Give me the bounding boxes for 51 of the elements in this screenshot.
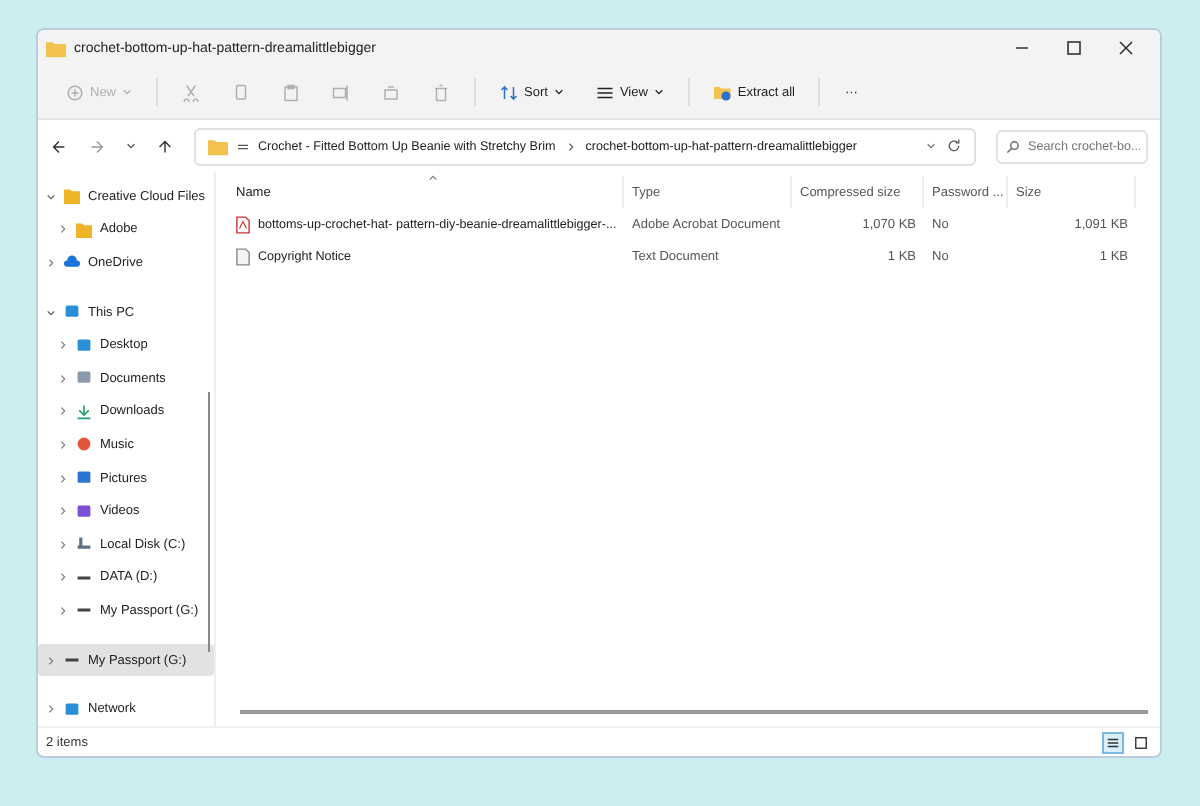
trash-icon — [432, 83, 451, 101]
music-icon — [76, 436, 92, 453]
caret-icon — [653, 88, 664, 96]
chevron-down-icon[interactable] — [46, 307, 56, 318]
chevron-right-icon[interactable] — [46, 704, 56, 715]
forward-icon[interactable] — [88, 137, 106, 155]
chevron-right-icon[interactable] — [46, 257, 56, 268]
chevron-right-icon[interactable] — [58, 373, 68, 384]
folder-icon — [46, 39, 66, 57]
up-icon[interactable] — [156, 137, 174, 155]
scissors-icon — [182, 83, 201, 101]
text-file-icon — [236, 247, 250, 265]
cloud-icon — [64, 254, 80, 271]
clipboard-icon — [282, 83, 301, 101]
sort-icon — [500, 83, 519, 101]
rename-icon — [332, 83, 351, 101]
chevron-right-icon[interactable] — [58, 572, 68, 583]
chevron-icon — [565, 141, 576, 151]
list-icon — [1106, 735, 1120, 749]
list-icon — [595, 83, 614, 101]
plus-icon — [66, 83, 84, 101]
folder-icon — [713, 83, 732, 101]
close-icon[interactable] — [1116, 38, 1136, 58]
caret-icon[interactable] — [126, 142, 136, 150]
share-icon — [382, 83, 401, 101]
chevron-right-icon[interactable] — [46, 655, 56, 666]
chevron-down-icon[interactable] — [46, 191, 56, 202]
details-view-button[interactable] — [1102, 731, 1124, 753]
tiles-view-button[interactable] — [1130, 731, 1152, 753]
back-icon[interactable] — [50, 137, 68, 155]
search-icon — [1006, 139, 1020, 153]
caret-icon — [122, 88, 133, 96]
pdf-file-icon — [236, 215, 250, 233]
refresh-icon[interactable] — [946, 138, 962, 154]
caret-icon[interactable] — [926, 142, 936, 150]
chevron-right-icon[interactable] — [58, 340, 68, 351]
chevron-right-icon[interactable] — [58, 506, 68, 517]
chevron-right-icon[interactable] — [58, 224, 68, 235]
chevron-right-icon[interactable] — [58, 473, 68, 484]
maximize-icon[interactable] — [1064, 38, 1084, 58]
folder-icon — [208, 137, 228, 155]
download-icon — [76, 403, 92, 420]
chevron-right-icon[interactable] — [58, 539, 68, 550]
chevron-right-icon[interactable] — [58, 406, 68, 417]
overflow-icon[interactable] — [238, 141, 248, 151]
chevron-right-icon[interactable] — [58, 605, 68, 616]
caret-icon — [553, 88, 564, 96]
chevron-right-icon[interactable] — [58, 439, 68, 450]
copy-icon — [232, 83, 251, 101]
sort-indicator-icon — [428, 174, 438, 182]
square-icon — [1134, 735, 1148, 749]
